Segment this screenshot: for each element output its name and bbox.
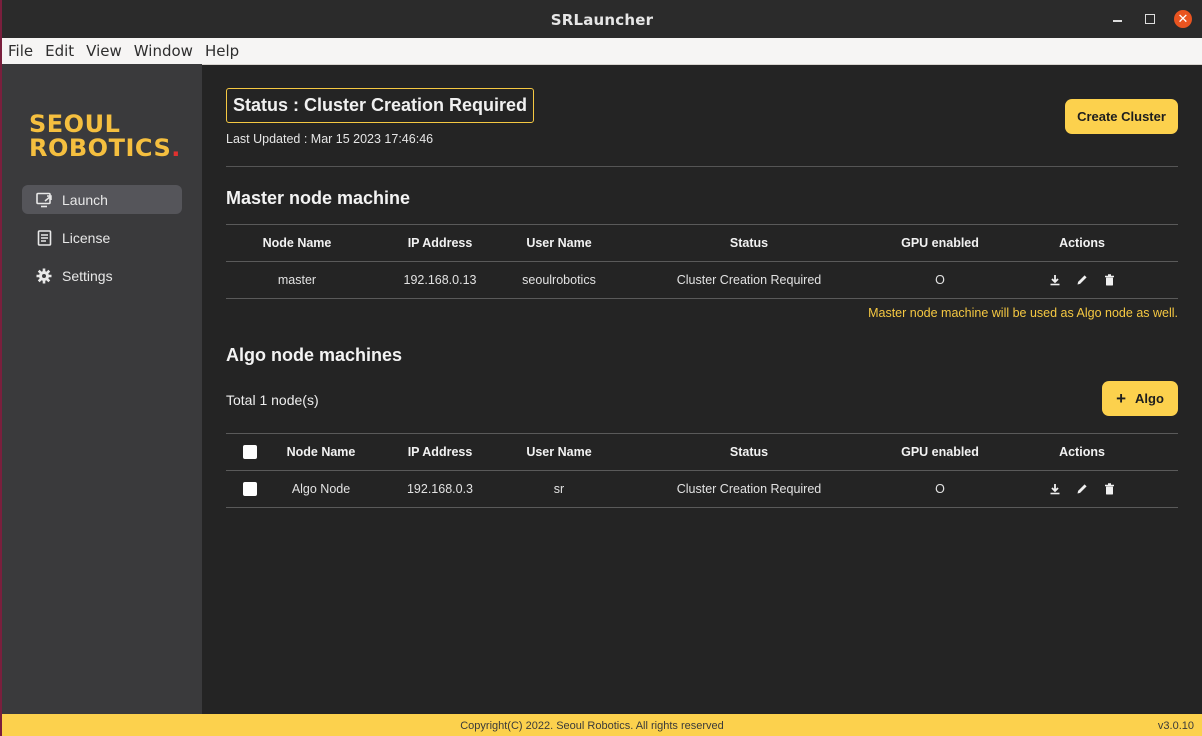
cell-ip-address: 192.168.0.13 (403, 273, 477, 287)
close-icon: ✕ (1177, 11, 1189, 26)
checkbox-box (243, 445, 257, 459)
table-header: Node Name IP Address User Name Status GP… (226, 224, 1178, 262)
sidebar-item-settings[interactable]: Settings (22, 261, 182, 290)
sidebar-item-label: Settings (62, 267, 113, 284)
col-gpu-enabled: GPU enabled (901, 445, 979, 459)
cell-actions (1032, 471, 1132, 507)
main-content: Status : Cluster Creation Required Last … (202, 64, 1202, 714)
download-icon[interactable] (1048, 482, 1063, 497)
edit-icon[interactable] (1075, 273, 1090, 288)
plus-icon: + (1116, 388, 1127, 408)
gear-icon (35, 267, 53, 285)
license-icon (35, 229, 53, 247)
table-row: master 192.168.0.13 seoulrobotics Cluste… (226, 262, 1178, 299)
menu-edit[interactable]: Edit (45, 42, 74, 60)
menu-help[interactable]: Help (205, 42, 239, 60)
cell-status: Cluster Creation Required (676, 273, 822, 287)
last-updated: Last Updated : Mar 15 2023 17:46:46 (226, 132, 434, 146)
maximize-button[interactable] (1141, 10, 1159, 28)
cell-node-name: Algo Node (291, 482, 351, 496)
logo-dot: . (171, 134, 181, 162)
window-title: SRLauncher (550, 11, 654, 29)
sidebar-item-label: Launch (62, 191, 108, 208)
col-node-name: Node Name (286, 445, 356, 459)
footer: Copyright(C) 2022. Seoul Robotics. All r… (2, 714, 1202, 736)
checkbox-box (243, 482, 257, 496)
delete-icon[interactable] (1102, 482, 1117, 497)
col-actions: Actions (1059, 236, 1105, 250)
cell-actions (1032, 262, 1132, 298)
create-cluster-button[interactable]: Create Cluster (1065, 99, 1178, 134)
status-badge: Status : Cluster Creation Required (226, 88, 535, 123)
cell-gpu-enabled: O (935, 273, 945, 287)
add-algo-button[interactable]: + Algo (1102, 381, 1178, 416)
master-section-title: Master node machine (226, 188, 411, 208)
master-note: Master node machine will be used as Algo… (868, 306, 1178, 320)
version-label: v3.0.10 (1157, 720, 1194, 732)
sidebar-item-license[interactable]: License (22, 223, 182, 252)
maximize-icon (1145, 14, 1155, 24)
edit-icon[interactable] (1075, 482, 1090, 497)
master-table: Node Name IP Address User Name Status GP… (226, 224, 1178, 299)
copyright-text: Copyright(C) 2022. Seoul Robotics. All r… (460, 720, 724, 732)
col-node-name: Node Name (262, 236, 332, 250)
select-all-checkbox[interactable] (242, 434, 258, 470)
col-ip-address: IP Address (407, 236, 473, 250)
sidebar-item-label: License (62, 229, 111, 246)
col-gpu-enabled: GPU enabled (901, 236, 979, 250)
col-actions: Actions (1059, 445, 1105, 459)
download-icon[interactable] (1048, 273, 1063, 288)
app-window: SRLauncher ✕ File Edit View Window Help … (2, 0, 1202, 736)
divider (226, 166, 1178, 167)
col-status: Status (729, 445, 769, 459)
cell-gpu-enabled: O (935, 482, 945, 496)
algo-table: Node Name IP Address User Name Status GP… (226, 433, 1178, 508)
seoul-robotics-logo: SEOUL ROBOTICS. (29, 112, 181, 160)
launch-icon (35, 191, 53, 209)
col-ip-address: IP Address (407, 445, 473, 459)
logo-line-1: SEOUL (29, 110, 121, 138)
cell-user-name: seoulrobotics (522, 273, 596, 287)
menu-window[interactable]: Window (134, 42, 193, 60)
title-bar: SRLauncher ✕ (2, 0, 1202, 38)
cell-user-name: sr (553, 482, 565, 496)
menu-file[interactable]: File (8, 42, 33, 60)
logo-line-2: ROBOTICS. (29, 136, 181, 160)
menu-view[interactable]: View (86, 42, 122, 60)
col-user-name: User Name (526, 445, 592, 459)
row-checkbox[interactable] (242, 471, 258, 507)
sidebar: SEOUL ROBOTICS. Launch License Settings (2, 64, 202, 714)
cell-ip-address: 192.168.0.3 (406, 482, 474, 496)
col-status: Status (729, 236, 769, 250)
minimize-icon (1112, 20, 1122, 22)
sidebar-item-launch[interactable]: Launch (22, 185, 182, 214)
menu-bar: File Edit View Window Help (2, 38, 1202, 65)
add-algo-label: Algo (1135, 391, 1164, 406)
logo-word: ROBOTICS (29, 134, 172, 162)
algo-section-title: Algo node machines (226, 345, 403, 365)
table-row: Algo Node 192.168.0.3 sr Cluster Creatio… (226, 471, 1178, 508)
algo-total-count: Total 1 node(s) (226, 392, 319, 408)
delete-icon[interactable] (1102, 273, 1117, 288)
cell-status: Cluster Creation Required (676, 482, 822, 496)
cell-node-name: master (277, 273, 317, 287)
table-header: Node Name IP Address User Name Status GP… (226, 433, 1178, 471)
close-button[interactable]: ✕ (1174, 10, 1192, 28)
col-user-name: User Name (526, 236, 592, 250)
minimize-button[interactable] (1108, 10, 1126, 28)
